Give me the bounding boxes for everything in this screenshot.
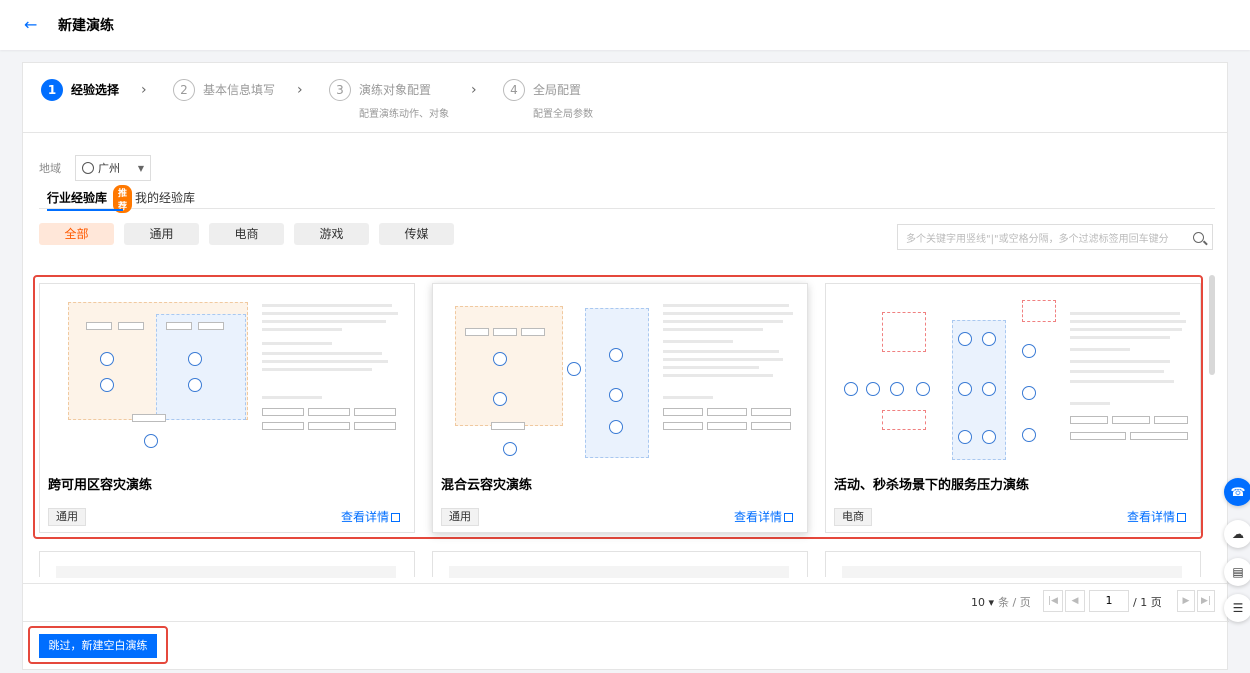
step-subtitle: 配置演练动作、对象 [359,109,449,120]
support-headset-icon[interactable]: ☎ [1224,478,1250,506]
footer-bar: 跳过，新建空白演练 [23,621,1229,669]
card-title: 活动、秒杀场景下的服务压力演练 [834,478,1030,493]
page-size-value: 10 [971,596,985,609]
scrollbar[interactable] [1209,275,1215,375]
experience-card[interactable]: 活动、秒杀场景下的服务压力演练 电商 查看详情 [825,283,1201,533]
globe-icon [82,162,94,174]
first-page-icon[interactable]: |◀ [1043,590,1063,612]
card-title: 混合云容灾演练 [441,478,533,493]
region-dropdown[interactable]: 广州 ▼ [75,155,151,181]
highlighted-card-row: 跨可用区容灾演练 通用 查看详情 混合云容灾演练 通用 查看详情 活动、秒杀场景… [33,275,1203,539]
view-detail-link[interactable]: 查看详情 [341,508,400,525]
category-general[interactable]: 通用 [124,223,199,245]
view-detail-link[interactable]: 查看详情 [734,508,793,525]
external-link-icon [391,513,400,522]
step-label: 基本信息填写 [203,83,276,97]
next-page-icon[interactable]: ▶ [1177,590,1195,612]
experience-card[interactable]: 跨可用区容灾演练 通用 查看详情 [39,283,415,533]
book-icon[interactable]: ▤ [1224,558,1250,586]
chevron-right-icon: › [471,82,477,98]
library-tabs: 行业经验库 推荐 我的经验库 [39,185,1215,213]
step-number: 1 [41,79,63,101]
search-placeholder: 多个关键字用竖线"|"或空格分隔，多个过滤标签用回车键分 [906,233,1169,245]
detail-label: 查看详情 [733,510,782,524]
card-tag: 通用 [48,508,86,526]
step-4[interactable]: 4 全局配置 配置全局参数 [503,79,593,120]
region-label: 地域 [39,162,61,175]
step-subtitle: 配置全局参数 [533,109,593,120]
category-ecommerce[interactable]: 电商 [209,223,284,245]
step-number: 3 [329,79,351,101]
card-tag: 电商 [834,508,872,526]
diagram-thumbnail [441,292,799,464]
step-number: 4 [503,79,525,101]
category-all[interactable]: 全部 [39,223,114,245]
view-detail-link[interactable]: 查看详情 [1127,508,1186,525]
prev-page-icon[interactable]: ◀ [1065,590,1085,612]
back-arrow-icon[interactable]: ← [24,16,42,34]
page-size-selector[interactable]: 10 ▾ 条 / 页 [971,594,1031,610]
page-number-input[interactable]: 1 [1089,590,1129,612]
page-size-unit: 条 / 页 [998,596,1031,609]
skip-create-blank-button[interactable]: 跳过，新建空白演练 [39,634,157,658]
list-icon[interactable]: ☰ [1224,594,1250,622]
chevron-right-icon: › [297,82,303,98]
caret-down-icon: ▼ [137,163,144,173]
experience-card[interactable]: 混合云容灾演练 通用 查看详情 [432,283,808,533]
step-1[interactable]: 1 经验选择 [41,79,119,101]
cloud-icon[interactable]: ☁ [1224,520,1250,548]
step-number: 2 [173,79,195,101]
category-filter: 全部 通用 电商 游戏 传媒 [39,223,454,245]
tab-my-library[interactable]: 我的经验库 [135,189,195,206]
tab-industry-library[interactable]: 行业经验库 推荐 [47,185,133,213]
detail-label: 查看详情 [340,510,389,524]
step-label: 经验选择 [71,83,120,97]
step-label: 全局配置 [533,83,582,97]
search-icon[interactable] [1193,231,1204,243]
last-page-icon[interactable]: ▶| [1197,590,1215,612]
region-value: 广州 [98,162,120,175]
category-media[interactable]: 传媒 [379,223,454,245]
card-placeholder [39,551,415,578]
chevron-right-icon: › [141,82,147,98]
region-selector: 地域 广州 ▼ [39,155,151,181]
category-game[interactable]: 游戏 [294,223,369,245]
diagram-thumbnail [834,292,1192,464]
main-panel: 1 经验选择 › 2 基本信息填写 › 3 演练对象配置 配置演练动作、对象 ›… [22,62,1229,670]
card-placeholder [432,551,808,578]
card-tag: 通用 [441,508,479,526]
skip-button-highlight: 跳过，新建空白演练 [28,626,168,664]
external-link-icon [784,513,793,522]
diagram-thumbnail [48,292,406,464]
top-bar: ← 新建演练 [0,0,1250,50]
step-2[interactable]: 2 基本信息填写 [173,79,275,101]
card-placeholder [825,551,1201,578]
card-title: 跨可用区容灾演练 [48,478,153,493]
detail-label: 查看详情 [1126,510,1175,524]
step-3[interactable]: 3 演练对象配置 配置演练动作、对象 [329,79,449,120]
tab-label: 行业经验库 [47,191,108,205]
external-link-icon [1177,513,1186,522]
pagination: 10 ▾ 条 / 页 |◀ ◀ 1 / 1 页 ▶ ▶| [23,583,1229,619]
recommend-badge: 推荐 [113,185,133,213]
step-label: 演练对象配置 [359,83,432,97]
search-input[interactable]: 多个关键字用竖线"|"或空格分隔，多个过滤标签用回车键分 [897,224,1213,250]
stepper: 1 经验选择 › 2 基本信息填写 › 3 演练对象配置 配置演练动作、对象 ›… [23,63,1227,133]
page-total: / 1 页 [1133,596,1162,609]
page-title: 新建演练 [58,18,114,34]
